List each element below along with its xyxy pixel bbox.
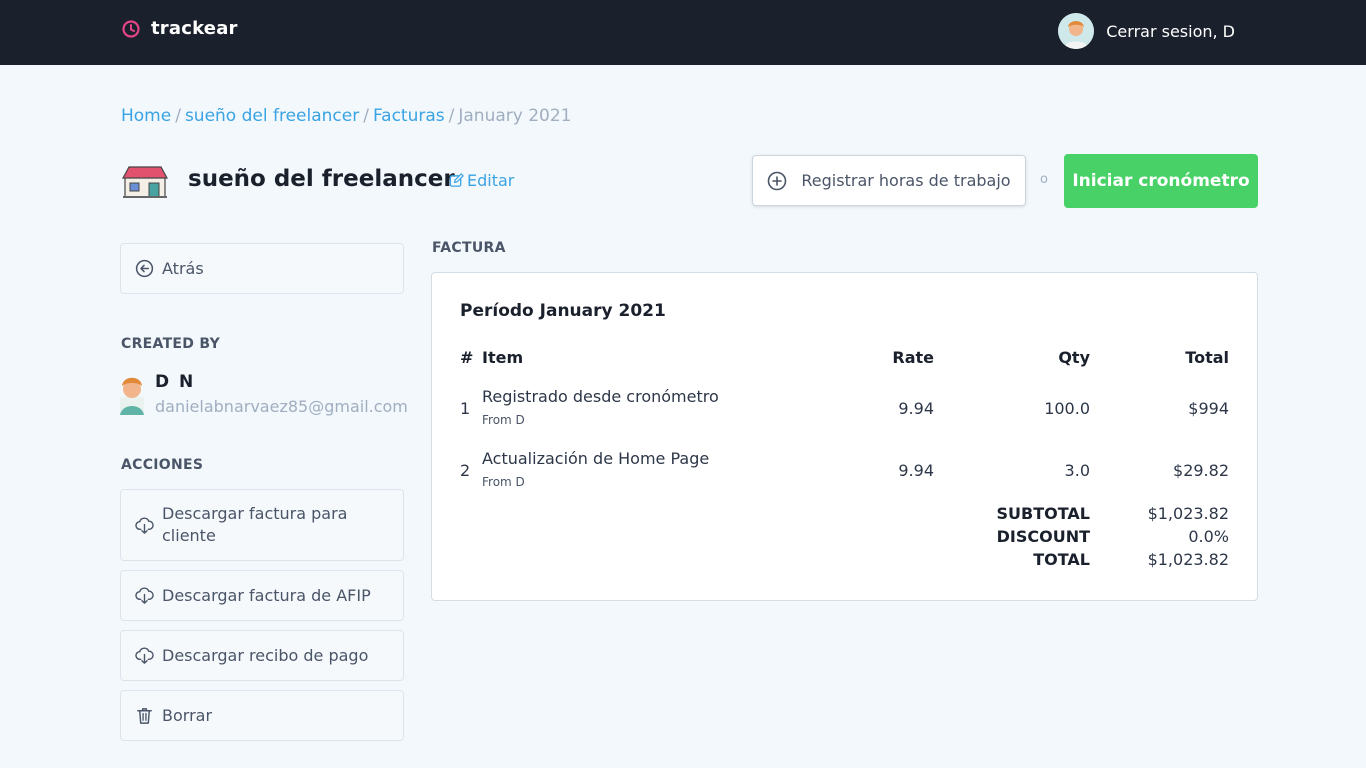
column-header-item: Item bbox=[482, 348, 524, 367]
breadcrumb-separator: / bbox=[363, 106, 369, 126]
row-item: Actualización de Home Page bbox=[482, 449, 710, 468]
total-label: TOTAL bbox=[1033, 550, 1090, 569]
back-label: Atrás bbox=[162, 259, 204, 278]
user-avatar bbox=[1058, 13, 1095, 49]
invoice-section-heading: FACTURA bbox=[432, 240, 506, 256]
top-navbar: trackear Cerrar sesion, D bbox=[0, 0, 1366, 65]
logout-label: Cerrar sesion, D bbox=[1106, 21, 1235, 41]
trash-icon bbox=[137, 708, 152, 724]
delete-button[interactable]: Borrar bbox=[120, 690, 404, 741]
row-from: From D bbox=[482, 475, 525, 489]
cloud-download-icon bbox=[135, 517, 154, 534]
logout-link[interactable]: Cerrar sesion, D bbox=[1058, 13, 1235, 49]
back-button[interactable]: Atrás bbox=[120, 243, 404, 294]
breadcrumb-current: January 2021 bbox=[458, 106, 572, 126]
invoice-period: Período January 2021 bbox=[460, 301, 666, 321]
or-separator: o bbox=[1040, 172, 1048, 187]
brand-logo-link[interactable]: trackear bbox=[121, 18, 238, 39]
discount-label: DISCOUNT bbox=[996, 527, 1090, 546]
plus-circle-icon bbox=[768, 171, 787, 190]
row-item: Registrado desde cronómetro bbox=[482, 387, 719, 406]
download-receipt-button[interactable]: Descargar recibo de pago bbox=[120, 630, 404, 681]
creator-name: D N bbox=[155, 372, 196, 392]
clock-icon bbox=[122, 19, 140, 38]
actions-heading: ACCIONES bbox=[121, 457, 204, 473]
row-num: 2 bbox=[460, 461, 471, 480]
breadcrumb-invoices[interactable]: Facturas bbox=[373, 106, 445, 126]
row-total: $994 bbox=[1188, 399, 1229, 418]
breadcrumb: Home / sueño del freelancer / Facturas / Janua… bbox=[121, 106, 572, 126]
row-rate: 9.94 bbox=[898, 399, 934, 418]
brand-name: trackear bbox=[151, 18, 238, 39]
download-client-invoice-label: Descargar factura para cliente bbox=[162, 504, 348, 545]
row-qty: 3.0 bbox=[1064, 461, 1090, 480]
download-receipt-label: Descargar recibo de pago bbox=[162, 646, 369, 665]
invoice-card: Período January 2021 # Item Rate Qty Tot… bbox=[431, 272, 1258, 601]
breadcrumb-project[interactable]: sueño del freelancer bbox=[185, 106, 359, 126]
total-value: $1,023.82 bbox=[1147, 550, 1229, 569]
breadcrumb-separator: / bbox=[175, 106, 181, 126]
house-icon bbox=[121, 166, 169, 198]
cloud-download-icon bbox=[135, 587, 154, 604]
column-header-qty: Qty bbox=[1058, 348, 1090, 367]
column-header-rate: Rate bbox=[892, 348, 934, 367]
breadcrumb-home[interactable]: Home bbox=[121, 106, 171, 126]
discount-value: 0.0% bbox=[1188, 527, 1229, 546]
arrow-left-circle-icon bbox=[135, 259, 154, 278]
delete-label: Borrar bbox=[162, 706, 213, 725]
created-by-heading: CREATED BY bbox=[121, 336, 221, 352]
download-afip-invoice-button[interactable]: Descargar factura de AFIP bbox=[120, 570, 404, 621]
subtotal-label: SUBTOTAL bbox=[996, 504, 1090, 523]
column-header-total: Total bbox=[1185, 348, 1229, 367]
row-rate: 9.94 bbox=[898, 461, 934, 480]
row-total: $29.82 bbox=[1173, 461, 1229, 480]
creator-avatar bbox=[120, 377, 144, 415]
download-afip-invoice-label: Descargar factura de AFIP bbox=[162, 586, 371, 605]
edit-icon bbox=[449, 173, 464, 187]
project-title: sueño del freelancer bbox=[188, 166, 455, 192]
column-header-num: # bbox=[460, 348, 474, 367]
download-client-invoice-button[interactable]: Descargar factura para cliente bbox=[120, 489, 404, 561]
edit-label: Editar bbox=[467, 171, 515, 190]
breadcrumb-separator: / bbox=[448, 106, 455, 126]
start-timer-button[interactable]: Iniciar cronómetro bbox=[1064, 154, 1258, 208]
row-qty: 100.0 bbox=[1044, 399, 1090, 418]
register-hours-button[interactable]: Registrar horas de trabajo bbox=[752, 155, 1026, 206]
creator-email: danielabnarvaez85@gmail.com bbox=[155, 397, 408, 416]
edit-project-link[interactable]: Editar bbox=[449, 171, 514, 190]
register-hours-label: Registrar horas de trabajo bbox=[801, 171, 1011, 190]
row-from: From D bbox=[482, 413, 525, 427]
row-num: 1 bbox=[460, 399, 471, 418]
cloud-download-icon bbox=[135, 647, 154, 664]
subtotal-value: $1,023.82 bbox=[1147, 504, 1229, 523]
